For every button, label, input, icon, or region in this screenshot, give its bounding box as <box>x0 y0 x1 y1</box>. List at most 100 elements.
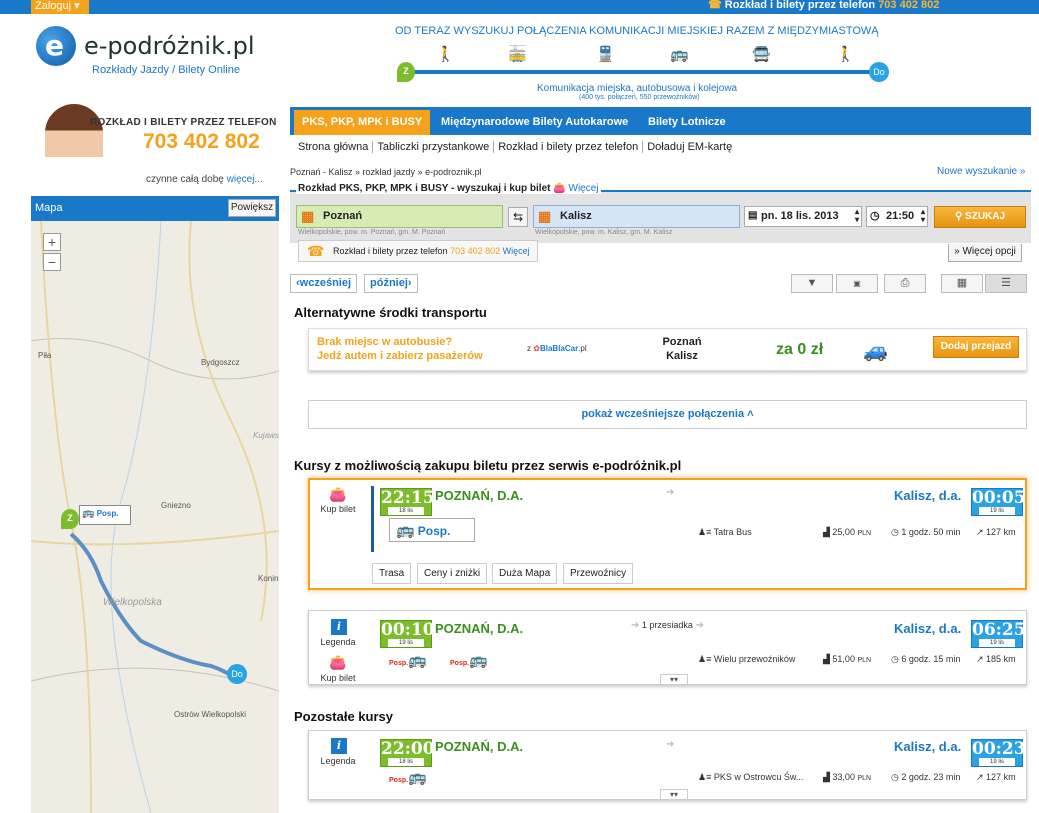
arrow-right-icon: ➔ <box>631 620 640 631</box>
map-zoom-in-button[interactable]: + <box>43 233 61 251</box>
blablacar-icon: ✿ <box>533 344 540 353</box>
carrier-icon: ♟≡ <box>698 772 714 782</box>
list-view-button[interactable]: ☰ <box>985 274 1027 293</box>
alt-transport-title: Alternatywne środki transportu <box>294 305 487 320</box>
distance-icon: ↗ <box>976 527 987 537</box>
info-icon[interactable]: i <box>331 738 347 754</box>
buy-section-title: Kursy z możliwością zakupu biletu przez … <box>294 458 682 473</box>
tab-flights[interactable]: Bilety Lotnicze <box>640 110 734 135</box>
phone-icon: ☎ <box>708 0 725 11</box>
arrow-right-icon: ➔ <box>666 739 675 750</box>
arrival-stop[interactable]: Kalisz, d.a. <box>894 739 961 754</box>
bus-icon: 🚌 <box>408 652 427 669</box>
pdf-button[interactable]: ▣ <box>836 274 878 293</box>
search-legend-more[interactable]: Więcej <box>569 183 599 194</box>
later-button[interactable]: później› <box>364 274 418 293</box>
logo-name[interactable]: e-podróżnik.pl <box>84 32 255 60</box>
transfer-info: ➔ 1 przesiadka ➔ <box>631 620 704 631</box>
info-icon[interactable]: i <box>331 619 347 635</box>
filter-button[interactable]: ▼ <box>791 274 833 293</box>
tab-pks[interactable]: PKS, PKP, MPK i BUSY <box>294 110 431 135</box>
legend-link[interactable]: Legenda <box>316 756 360 766</box>
map-label-konin: Konin <box>258 574 279 583</box>
walk-icon: 🚶 <box>436 46 455 63</box>
walk-end-icon: 🚶 <box>836 46 855 63</box>
subnav-home[interactable]: Strona główna <box>294 141 374 153</box>
swap-button[interactable]: ⇆ <box>508 207 528 227</box>
phone-box-title: ROZKŁAD I BILETY PRZEZ TELEFON <box>90 117 277 128</box>
map-icon: ▦ <box>956 277 968 289</box>
chevron-right-icon: › <box>407 277 412 289</box>
filter-icon: ▼ <box>806 277 818 289</box>
logo-subtitle: Rozkłady Jazdy / Bilety Online <box>92 64 240 76</box>
search-button[interactable]: ⚲ SZUKAJ <box>934 206 1026 228</box>
blablacar-logo[interactable]: z ✿BlaBlaCar.pl <box>527 344 587 353</box>
phone-box-more-link[interactable]: więcej... <box>227 174 263 185</box>
map-view[interactable]: + − Piła Bydgoszcz Kujaws Gniezno Konin … <box>31 221 279 813</box>
arrival-stop[interactable]: Kalisz, d.a. <box>894 488 961 503</box>
subnav-stop-boards[interactable]: Tabliczki przystankowe <box>373 141 495 153</box>
city-icon: ▦ <box>301 208 315 224</box>
buy-ticket-link[interactable]: Kup bilet <box>316 504 360 514</box>
map-label-region: Wielkopolska <box>103 597 162 608</box>
posp-bus-1: Posp.🚌 <box>389 652 427 669</box>
login-button[interactable]: Zaloguj ▾ <box>31 0 89 14</box>
time-stepper-icon[interactable]: ▴ ▾ <box>921 208 925 224</box>
departure-stop[interactable]: POZNAŃ, D.A. <box>435 739 523 754</box>
start-marker-icon: Z <box>397 62 415 82</box>
car-icon: 🚙 <box>863 340 888 362</box>
list-icon: ☰ <box>1001 277 1011 289</box>
print-button[interactable]: ⎙ <box>884 274 926 293</box>
add-ride-button[interactable]: Dodaj przejazd <box>933 336 1019 358</box>
legend-link[interactable]: Legenda <box>316 637 360 647</box>
phone-strip-more[interactable]: Więcej <box>503 246 530 256</box>
map-start-marker-icon[interactable]: Z <box>61 509 79 529</box>
map-zoom-out-button[interactable]: − <box>43 253 61 271</box>
price: ▟ 25,00 PLN <box>823 527 872 537</box>
duration: ◷ 2 godz. 23 min <box>891 772 961 782</box>
expand-button[interactable]: ▾▾ <box>660 789 688 800</box>
map-label-pila: Piła <box>38 351 52 360</box>
departure-stop[interactable]: POZNAŃ, D.A. <box>435 621 523 636</box>
show-earlier-button[interactable]: pokaż wcześniejsze połączenia ˄ <box>308 400 1027 429</box>
to-hint: Wielkopolskie, pow. m. Kalisz, gm. M. Ka… <box>535 229 673 236</box>
expand-button[interactable]: ▾▾ <box>660 674 688 685</box>
distance-icon: ↗ <box>976 654 987 664</box>
map-bus-icon: 🚌 <box>82 508 95 519</box>
print-icon: ⎙ <box>900 277 910 289</box>
subnav-topup[interactable]: Doładuj EM-kartę <box>643 141 736 153</box>
breadcrumb[interactable]: Poznań - Kalisz » rozkład jazdy » e-podr… <box>290 167 482 177</box>
new-search-link[interactable]: Nowe wyszukanie » <box>937 166 1025 177</box>
map-enlarge-button[interactable]: Powiększ <box>228 199 276 217</box>
date-stepper-icon[interactable]: ▴ ▾ <box>855 208 859 224</box>
posp-badge[interactable]: 🚌 Posp. <box>389 518 475 542</box>
to-field[interactable]: ▦ Kalisz <box>533 205 740 228</box>
tram-icon: 🚋 <box>508 46 527 63</box>
chevron-down-icon: ▾▾ <box>669 790 679 799</box>
tab-big-map[interactable]: Duża Mapa <box>492 563 558 584</box>
tab-route[interactable]: Trasa <box>372 563 412 584</box>
subnav-phone-tickets[interactable]: Rozkład i bilety przez telefon <box>494 141 644 153</box>
tab-international[interactable]: Międzynarodowe Bilety Autokarowe <box>433 110 636 135</box>
phone-box-hours: czynne całą dobę więcej... <box>146 174 263 185</box>
date-field[interactable]: ▤ pn. 18 lis. 2013 ▴ ▾ <box>744 206 862 227</box>
carrier-icon: ♟≡ <box>698 654 714 664</box>
map-label-bydgoszcz: Bydgoszcz <box>201 358 240 367</box>
from-field[interactable]: ▦ Poznań <box>296 205 503 228</box>
arrival-stop[interactable]: Kalisz, d.a. <box>894 621 961 636</box>
tab-prices[interactable]: Ceny i zniżki <box>417 563 488 584</box>
carrier: ♟≡ Tatra Bus <box>698 527 752 537</box>
more-options-button[interactable]: » Więcej opcji <box>948 244 1022 262</box>
tab-carriers[interactable]: Przewoźnicy <box>563 563 634 584</box>
banner-subtitle: Komunikacja miejska, autobusowa i kolejo… <box>537 83 738 94</box>
departure-stop[interactable]: POZNAŃ, D.A. <box>435 488 523 503</box>
time-field[interactable]: ◷ 21:50 ▴ ▾ <box>866 206 928 227</box>
chevron-down-icon: ▾▾ <box>669 675 679 684</box>
buy-ticket-link[interactable]: Kup bilet <box>316 673 360 683</box>
banner-title[interactable]: OD TERAZ WYSZUKUJ POŁĄCZENIA KOMUNIKACJI… <box>395 25 879 37</box>
map-view-button[interactable]: ▦ <box>941 274 983 293</box>
map-stop-popup[interactable]: 🚌 Posp. <box>79 505 131 525</box>
earlier-button[interactable]: ‹wcześniej <box>290 274 358 293</box>
map-end-marker-icon[interactable]: Do <box>227 664 247 684</box>
distance: ↗ 127 km <box>976 772 1016 782</box>
